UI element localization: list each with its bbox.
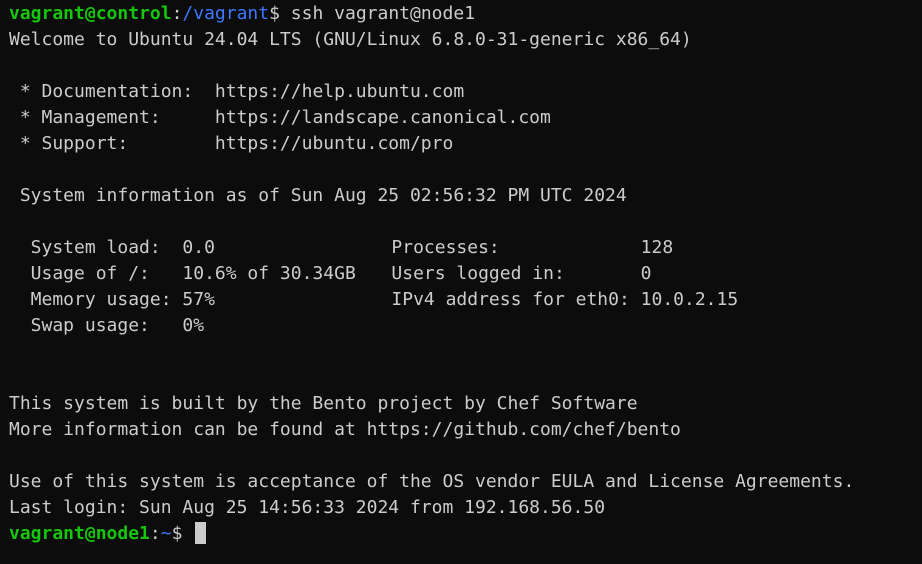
support-url[interactable]: https://ubuntu.com/pro [215, 133, 453, 154]
prompt-path: ~ [160, 523, 172, 544]
prompt-symbol: $ [269, 3, 291, 24]
terminal-window[interactable]: vagrant@control:/vagrant$ ssh vagrant@no… [0, 1, 922, 564]
bento-info-line-1: This system is built by the Bento projec… [9, 393, 638, 414]
memory-value: 57% [182, 289, 215, 310]
command-line-2[interactable]: vagrant@node1:~$ [9, 521, 922, 547]
documentation-url[interactable]: https://help.ubuntu.com [215, 81, 464, 102]
prompt-colon: : [149, 523, 161, 544]
ipv4-value: 10.0.2.15 [640, 289, 739, 310]
sysinfo-row-4: Swap usage: 0% [9, 313, 922, 339]
system-load-value: 0.0 [182, 237, 215, 258]
usage-label: Usage of /: [9, 263, 183, 284]
command-text: ssh vagrant@node1 [290, 3, 476, 24]
link-label: * Support: [9, 133, 215, 154]
eula-notice: Use of this system is acceptance of the … [9, 471, 855, 492]
command-line-1: vagrant@control:/vagrant$ ssh vagrant@no… [9, 1, 922, 27]
last-login: Last login: Sun Aug 25 14:56:33 2024 fro… [9, 497, 606, 518]
link-label: * Documentation: [9, 81, 215, 102]
link-management: * Management: https://landscape.canonica… [9, 105, 922, 131]
processes-value: 128 [640, 237, 674, 258]
swap-value: 0% [182, 315, 205, 336]
prompt-colon: : [171, 3, 183, 24]
sysinfo-header: System information as of Sun Aug 25 02:5… [9, 185, 627, 206]
welcome-message: Welcome to Ubuntu 24.04 LTS (GNU/Linux 6… [9, 29, 692, 50]
users-label: Users logged in: [391, 263, 641, 284]
bento-info-line-2: More information can be found at https:/… [9, 419, 681, 440]
sysinfo-row-1: System load: 0.0 Processes: 128 [9, 235, 922, 261]
usage-value: 10.6% of 30.34GB [182, 263, 356, 284]
link-documentation: * Documentation: https://help.ubuntu.com [9, 79, 922, 105]
processes-label: Processes: [391, 237, 641, 258]
link-label: * Management: [9, 107, 215, 128]
prompt-symbol: $ [171, 523, 194, 544]
management-url[interactable]: https://landscape.canonical.com [215, 107, 551, 128]
system-load-label: System load: [9, 237, 183, 258]
sysinfo-row-2: Usage of /: 10.6% of 30.34GB Users logged… [9, 261, 922, 287]
users-value: 0 [640, 263, 652, 284]
prompt-user: vagrant@node1 [9, 523, 150, 544]
swap-label: Swap usage: [9, 315, 183, 336]
ipv4-label: IPv4 address for eth0: [391, 289, 641, 310]
prompt-path: /vagrant [182, 3, 270, 24]
memory-label: Memory usage: [9, 289, 183, 310]
prompt-user: vagrant@control [9, 3, 172, 24]
sysinfo-row-3: Memory usage: 57% IPv4 address for eth0: … [9, 287, 922, 313]
link-support: * Support: https://ubuntu.com/pro [9, 131, 922, 157]
text-cursor [195, 522, 207, 544]
